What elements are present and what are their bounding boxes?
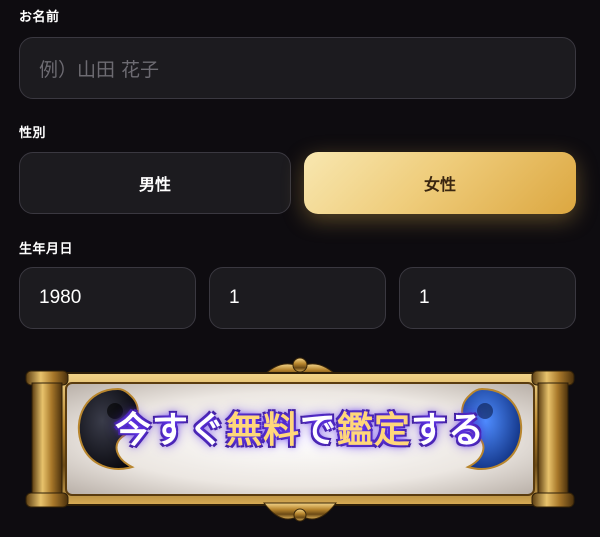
free-reading-button[interactable]: 今すぐ無料で鑑定する (20, 349, 580, 529)
gender-male-button[interactable]: 男性 (19, 152, 291, 214)
gender-label: 性別 (19, 126, 47, 141)
birth-day-select[interactable]: 1 (399, 267, 576, 329)
birthdate-label: 生年月日 (19, 242, 74, 257)
cta-text-reading: 鑑定 (337, 409, 412, 451)
cta-text-free: 無料 (225, 409, 300, 451)
fortune-form: お名前 例）山田 花子 性別 男性 女性 生年月日 1980 1 1 今すぐ無料… (0, 0, 600, 537)
name-placeholder: 例）山田 花子 (39, 58, 160, 81)
gender-male-label: 男性 (138, 175, 171, 194)
birth-year-value: 1980 (39, 287, 82, 308)
cta-text-1: 今すぐ (114, 409, 226, 451)
name-label: お名前 (19, 10, 60, 25)
bottom-ornament (262, 502, 338, 522)
birth-month-select[interactable]: 1 (209, 267, 386, 329)
cta-label: 今すぐ無料で鑑定する (20, 401, 580, 453)
cta-text-3: で (299, 409, 337, 451)
birth-day-value: 1 (419, 287, 430, 308)
gender-female-button[interactable]: 女性 (304, 152, 576, 214)
birth-year-select[interactable]: 1980 (19, 267, 196, 329)
name-input[interactable]: 例）山田 花子 (19, 37, 576, 99)
gender-female-label: 女性 (423, 175, 456, 194)
birth-month-value: 1 (229, 287, 240, 308)
cta-text-5: する (411, 409, 486, 451)
